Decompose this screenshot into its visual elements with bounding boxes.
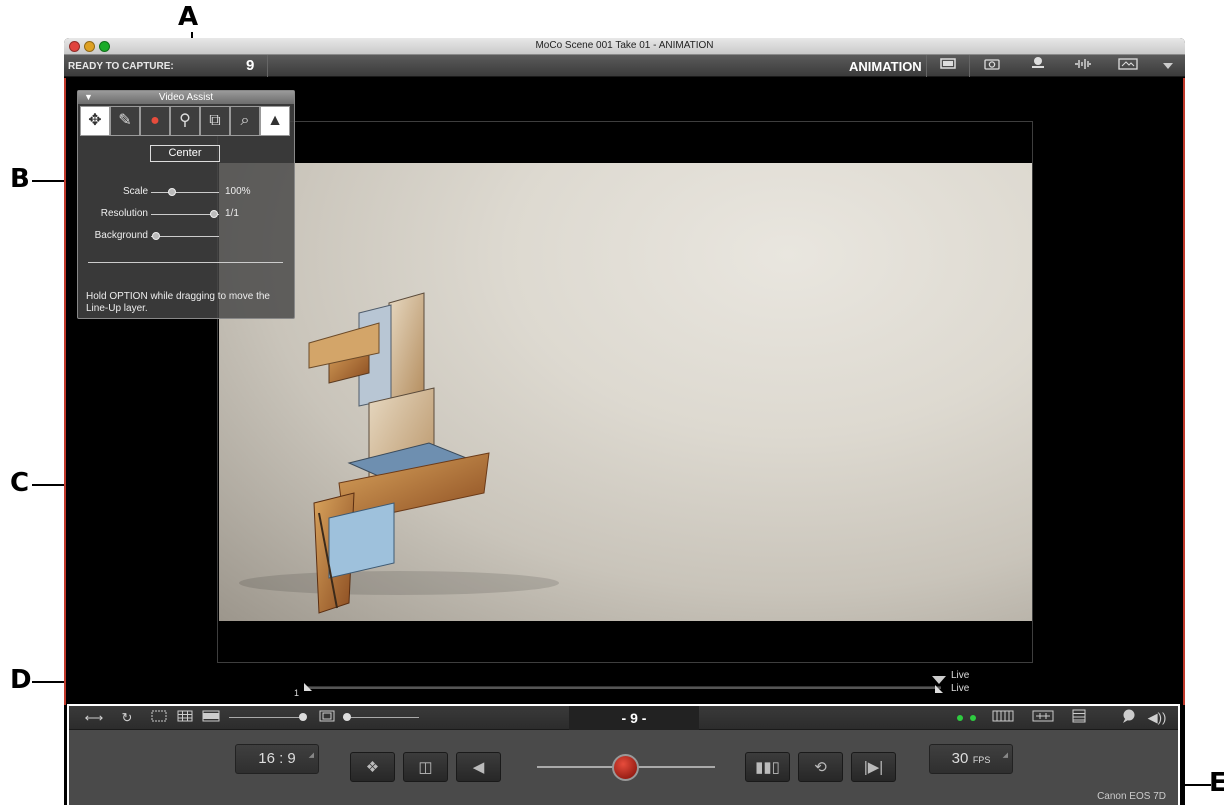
fit-width-icon[interactable]: ⟷ (83, 709, 105, 727)
callout-d: D (10, 665, 32, 695)
frame-count: 9 (246, 57, 255, 74)
list-view-icon[interactable] (1069, 709, 1089, 727)
mode-label: ANIMATION (849, 59, 922, 74)
aspect-ratio-value: 16 : 9 (258, 750, 296, 767)
audio-wave-icon[interactable] (1065, 55, 1101, 77)
collapse-triangle-icon[interactable]: ▼ (84, 91, 93, 104)
callout-c: C (10, 468, 30, 498)
safe-area-icon[interactable] (149, 709, 169, 727)
aspect-ratio-select[interactable]: 16 : 9 ◢ (235, 744, 319, 774)
move-icon[interactable]: ✥ (80, 106, 110, 136)
callout-b-line (32, 180, 66, 182)
loop-button[interactable]: ⟲ (798, 752, 843, 782)
scale-value: 100% (225, 186, 251, 197)
capture-toolbar: READY TO CAPTURE: 9 ANIMATION (64, 55, 1185, 77)
title-bar: MoCo Scene 001 Take 01 - ANIMATION (64, 38, 1185, 55)
frame-icon[interactable] (1110, 55, 1146, 77)
hint-text: Hold OPTION while dragging to move the L… (86, 291, 270, 314)
playback-controls: ⟷ ↻ - 9 - ◀)) 16: 9 ◢ ❖ ◫ ◀ ▮▮▯ ⟲ |▶| 3… (67, 704, 1180, 805)
record-button[interactable] (612, 754, 639, 781)
grid-icon[interactable] (175, 709, 195, 727)
callout-a: A (178, 2, 199, 32)
live-label-top: Live (951, 670, 970, 681)
window-title: MoCo Scene 001 Take 01 - ANIMATION (535, 40, 714, 51)
timeline-view-icon[interactable] (1031, 709, 1055, 727)
callout-e-line (1183, 784, 1211, 786)
background-label: Background (94, 230, 148, 241)
monitor-icon[interactable] (930, 55, 966, 77)
step-back-button[interactable]: ◀ (456, 752, 501, 782)
live-playhead-marker[interactable] (932, 676, 946, 694)
resolution-slider[interactable] (151, 214, 219, 215)
overlay-slider-knob[interactable] (343, 713, 351, 721)
overlay-icon[interactable] (317, 709, 337, 727)
resolution-slider-knob[interactable] (210, 210, 218, 218)
playback-frames-button[interactable]: ▮▮▯ (745, 752, 790, 782)
camera-name: Canon EOS 7D (1097, 791, 1166, 802)
current-frame-display[interactable]: - 9 - (569, 706, 699, 730)
loop-mode-button[interactable]: ◫ (403, 752, 448, 782)
volume-icon[interactable]: ◀)) (1145, 709, 1169, 727)
fps-select[interactable]: 30 FPS ◢ (929, 744, 1013, 774)
toolbar-separator (969, 55, 970, 77)
video-assist-toolbar: ✥ ✎ ● ⚲ ⧉ ⌕ ▲ (80, 106, 292, 136)
layers-icon[interactable]: ⧉ (200, 106, 230, 136)
opacity-slider-knob[interactable] (299, 713, 307, 721)
timeline: 1 Live Live (64, 663, 1185, 705)
corner-grip-icon: ◢ (308, 752, 314, 759)
video-assist-title[interactable]: ▼ Video Assist (78, 91, 294, 104)
overlay-slider[interactable] (343, 717, 419, 718)
letterbox-icon[interactable] (201, 709, 221, 727)
histogram-icon[interactable]: ▲ (260, 106, 290, 136)
controls-toolbar: ⟷ ↻ - 9 - ◀)) (69, 706, 1178, 730)
camera-icon[interactable] (974, 55, 1010, 77)
video-assist-title-text: Video Assist (158, 92, 214, 103)
resolution-value: 1/1 (225, 208, 239, 219)
center-button[interactable]: Center (150, 145, 220, 162)
toolbar-separator (267, 55, 268, 77)
onion-skin-icon[interactable]: ● (140, 106, 170, 136)
chat-icon[interactable] (1119, 709, 1139, 727)
fps-value: 30 (951, 750, 969, 767)
stop-motion-subject (239, 292, 559, 614)
timeline-start-frame: 1 (294, 688, 300, 698)
eyedropper-icon[interactable]: ⚲ (170, 106, 200, 136)
scale-slider-knob[interactable] (168, 188, 176, 196)
rotate-icon[interactable]: ↻ (117, 709, 137, 727)
corner-grip-icon: ◢ (1002, 752, 1008, 759)
resolution-label: Resolution (100, 208, 148, 219)
film-strip-icon[interactable] (991, 709, 1015, 727)
toolbar-separator (926, 55, 927, 77)
timeline-in-marker[interactable] (304, 682, 312, 691)
webcam-icon[interactable] (1020, 55, 1056, 77)
pencil-icon[interactable]: ✎ (110, 106, 140, 136)
capture-status: READY TO CAPTURE: (68, 61, 174, 72)
scale-slider[interactable] (151, 192, 219, 193)
video-assist-panel[interactable]: ▼ Video Assist ✥ ✎ ● ⚲ ⧉ ⌕ ▲ Center Scal… (77, 90, 295, 319)
step-forward-button[interactable]: |▶| (851, 752, 896, 782)
viewer-stage: ▼ Video Assist ✥ ✎ ● ⚲ ⧉ ⌕ ▲ Center Scal… (64, 78, 1185, 703)
callout-b: B (10, 164, 30, 194)
live-label-bottom: Live (951, 683, 970, 694)
onion-skin-button[interactable]: ❖ (350, 752, 395, 782)
fps-unit: FPS (972, 755, 991, 765)
opacity-slider[interactable] (229, 717, 305, 718)
timeline-track[interactable] (306, 686, 941, 689)
callout-e: E (1209, 768, 1224, 798)
zoom-icon[interactable]: ⌕ (230, 106, 260, 136)
indicator-dot (957, 715, 963, 721)
divider (88, 262, 283, 263)
dropdown-triangle-icon[interactable] (1150, 55, 1185, 77)
indicator-dot (970, 715, 976, 721)
live-view-image (219, 163, 1032, 621)
app-window: MoCo Scene 001 Take 01 - ANIMATION READY… (64, 38, 1185, 805)
background-slider-knob[interactable] (152, 232, 160, 240)
scale-label: Scale (122, 186, 148, 197)
background-slider[interactable] (151, 236, 219, 237)
